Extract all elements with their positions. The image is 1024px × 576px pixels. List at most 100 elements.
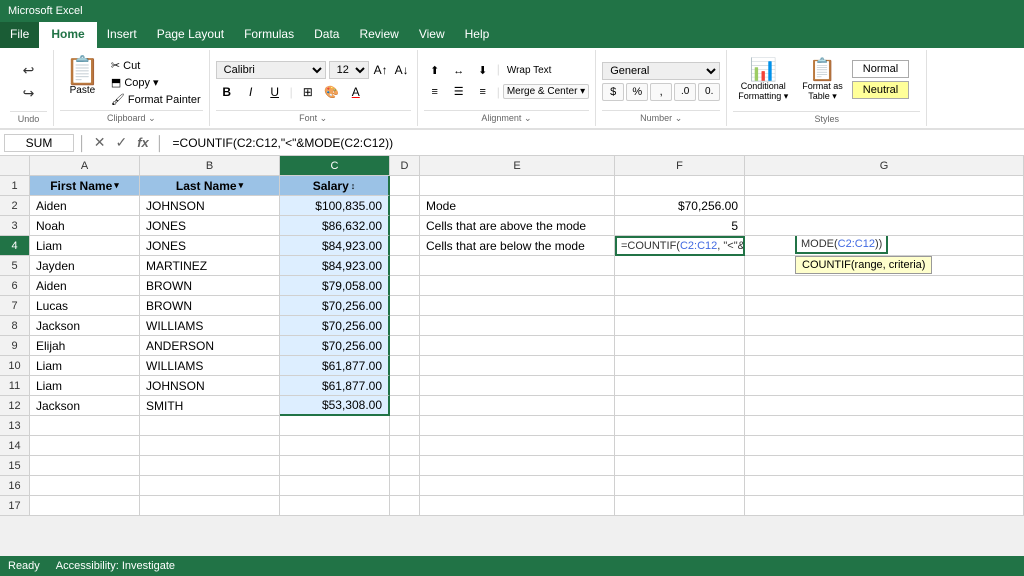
cell-F11[interactable] bbox=[615, 376, 745, 396]
italic-button[interactable]: I bbox=[240, 82, 262, 102]
font-size-select[interactable]: 12 bbox=[329, 61, 369, 79]
underline-button[interactable]: U bbox=[264, 82, 286, 102]
redo-button[interactable]: ↪ bbox=[19, 83, 39, 104]
cell-D12[interactable] bbox=[390, 396, 420, 416]
cell-B8[interactable]: WILLIAMS bbox=[140, 316, 280, 336]
bold-button[interactable]: B bbox=[216, 82, 238, 102]
cell-B11[interactable]: JOHNSON bbox=[140, 376, 280, 396]
cell-E11[interactable] bbox=[420, 376, 615, 396]
cell-D4[interactable] bbox=[390, 236, 420, 256]
cell-B3[interactable]: JONES bbox=[140, 216, 280, 236]
cell-E2[interactable]: Mode bbox=[420, 196, 615, 216]
merge-center-button[interactable]: Merge & Center ▾ bbox=[503, 84, 589, 99]
cell-E1[interactable] bbox=[420, 176, 615, 196]
cell-E6[interactable] bbox=[420, 276, 615, 296]
cell-C5[interactable]: $84,923.00 bbox=[280, 256, 390, 276]
decrease-decimal-button[interactable]: 0. bbox=[698, 83, 720, 101]
currency-button[interactable]: $ bbox=[602, 83, 624, 101]
increase-font-button[interactable]: A↑ bbox=[372, 61, 390, 79]
col-header-E[interactable]: E bbox=[420, 156, 615, 175]
cell-G3[interactable] bbox=[745, 216, 1024, 236]
tab-home[interactable]: Home bbox=[39, 22, 96, 48]
cell-D3[interactable] bbox=[390, 216, 420, 236]
cell-F3[interactable]: 5 bbox=[615, 216, 745, 236]
tab-view[interactable]: View bbox=[409, 22, 455, 48]
conditional-formatting-button[interactable]: 📊 ConditionalFormatting ▾ bbox=[733, 56, 793, 105]
cell-G11[interactable] bbox=[745, 376, 1024, 396]
format-painter-button[interactable]: 🖌 Format Painter bbox=[109, 92, 203, 107]
cell-G10[interactable] bbox=[745, 356, 1024, 376]
cell-D6[interactable] bbox=[390, 276, 420, 296]
formula-input[interactable] bbox=[169, 135, 1020, 151]
cell-A3[interactable]: Noah bbox=[30, 216, 140, 236]
font-color-button[interactable]: A bbox=[345, 82, 367, 102]
col-header-A[interactable]: A bbox=[30, 156, 140, 175]
cell-C7[interactable]: $70,256.00 bbox=[280, 296, 390, 316]
cell-F4-active[interactable]: =COUNTIF(C2:C12, "<"& bbox=[615, 236, 745, 256]
cell-G2[interactable] bbox=[745, 196, 1024, 216]
cell-B6[interactable]: BROWN bbox=[140, 276, 280, 296]
cell-A6[interactable]: Aiden bbox=[30, 276, 140, 296]
cell-D8[interactable] bbox=[390, 316, 420, 336]
cell-B2[interactable]: JOHNSON bbox=[140, 196, 280, 216]
wrap-text-button[interactable]: Wrap Text bbox=[503, 62, 556, 80]
cancel-formula-icon[interactable]: ✕ bbox=[91, 134, 109, 151]
cell-B7[interactable]: BROWN bbox=[140, 296, 280, 316]
cell-B12[interactable]: SMITH bbox=[140, 396, 280, 416]
increase-decimal-button[interactable]: .0 bbox=[674, 83, 696, 101]
cell-B9[interactable]: ANDERSON bbox=[140, 336, 280, 356]
top-align-button[interactable]: ⬆ bbox=[424, 62, 446, 80]
tab-data[interactable]: Data bbox=[304, 22, 349, 48]
cut-button[interactable]: ✂ Cut bbox=[109, 58, 203, 73]
font-family-select[interactable]: Calibri bbox=[216, 61, 326, 79]
cell-A12[interactable]: Jackson bbox=[30, 396, 140, 416]
align-right-button[interactable]: ≡ bbox=[472, 83, 494, 101]
tab-file[interactable]: File bbox=[0, 22, 39, 48]
format-as-table-button[interactable]: 📋 Format asTable ▾ bbox=[797, 56, 848, 105]
cell-E9[interactable] bbox=[420, 336, 615, 356]
cell-C3[interactable]: $86,632.00 bbox=[280, 216, 390, 236]
confirm-formula-icon[interactable]: ✓ bbox=[112, 134, 130, 151]
cell-B4[interactable]: JONES bbox=[140, 236, 280, 256]
cell-A4[interactable]: Liam bbox=[30, 236, 140, 256]
cell-C1[interactable]: Salary ↕ bbox=[280, 176, 390, 196]
cell-F2[interactable]: $70,256.00 bbox=[615, 196, 745, 216]
decrease-font-button[interactable]: A↓ bbox=[393, 61, 411, 79]
insert-function-icon[interactable]: fx bbox=[134, 135, 152, 150]
number-format-select[interactable]: General bbox=[602, 62, 720, 80]
mid-align-button[interactable]: ↔ bbox=[448, 62, 470, 80]
cell-E3[interactable]: Cells that are above the mode bbox=[420, 216, 615, 236]
cell-A9[interactable]: Elijah bbox=[30, 336, 140, 356]
cell-G9[interactable] bbox=[745, 336, 1024, 356]
copy-button[interactable]: ⬒ Copy ▾ bbox=[109, 75, 203, 90]
cell-A1[interactable]: First Name ▾ bbox=[30, 176, 140, 196]
cell-G12[interactable] bbox=[745, 396, 1024, 416]
cell-A8[interactable]: Jackson bbox=[30, 316, 140, 336]
cell-A7[interactable]: Lucas bbox=[30, 296, 140, 316]
cell-G1[interactable] bbox=[745, 176, 1024, 196]
cell-F7[interactable] bbox=[615, 296, 745, 316]
cell-F12[interactable] bbox=[615, 396, 745, 416]
cell-D9[interactable] bbox=[390, 336, 420, 356]
cell-G7[interactable] bbox=[745, 296, 1024, 316]
cell-B10[interactable]: WILLIAMS bbox=[140, 356, 280, 376]
border-button[interactable]: ⊞ bbox=[297, 82, 319, 102]
cell-F5[interactable] bbox=[615, 256, 745, 276]
tab-page-layout[interactable]: Page Layout bbox=[147, 22, 234, 48]
normal-style-button[interactable]: Normal bbox=[852, 60, 909, 78]
cell-D10[interactable] bbox=[390, 356, 420, 376]
cell-B5[interactable]: MARTINEZ bbox=[140, 256, 280, 276]
paste-button[interactable]: 📋 Paste bbox=[60, 54, 105, 99]
cell-E12[interactable] bbox=[420, 396, 615, 416]
cell-D1[interactable] bbox=[390, 176, 420, 196]
tab-review[interactable]: Review bbox=[349, 22, 408, 48]
comma-button[interactable]: , bbox=[650, 83, 672, 101]
align-left-button[interactable]: ≡ bbox=[424, 83, 446, 101]
cell-C11[interactable]: $61,877.00 bbox=[280, 376, 390, 396]
cell-A10[interactable]: Liam bbox=[30, 356, 140, 376]
cell-D7[interactable] bbox=[390, 296, 420, 316]
cell-F9[interactable] bbox=[615, 336, 745, 356]
bottom-align-button[interactable]: ⬇ bbox=[472, 62, 494, 80]
col-header-G[interactable]: G bbox=[745, 156, 1024, 175]
cell-E4[interactable]: Cells that are below the mode bbox=[420, 236, 615, 256]
